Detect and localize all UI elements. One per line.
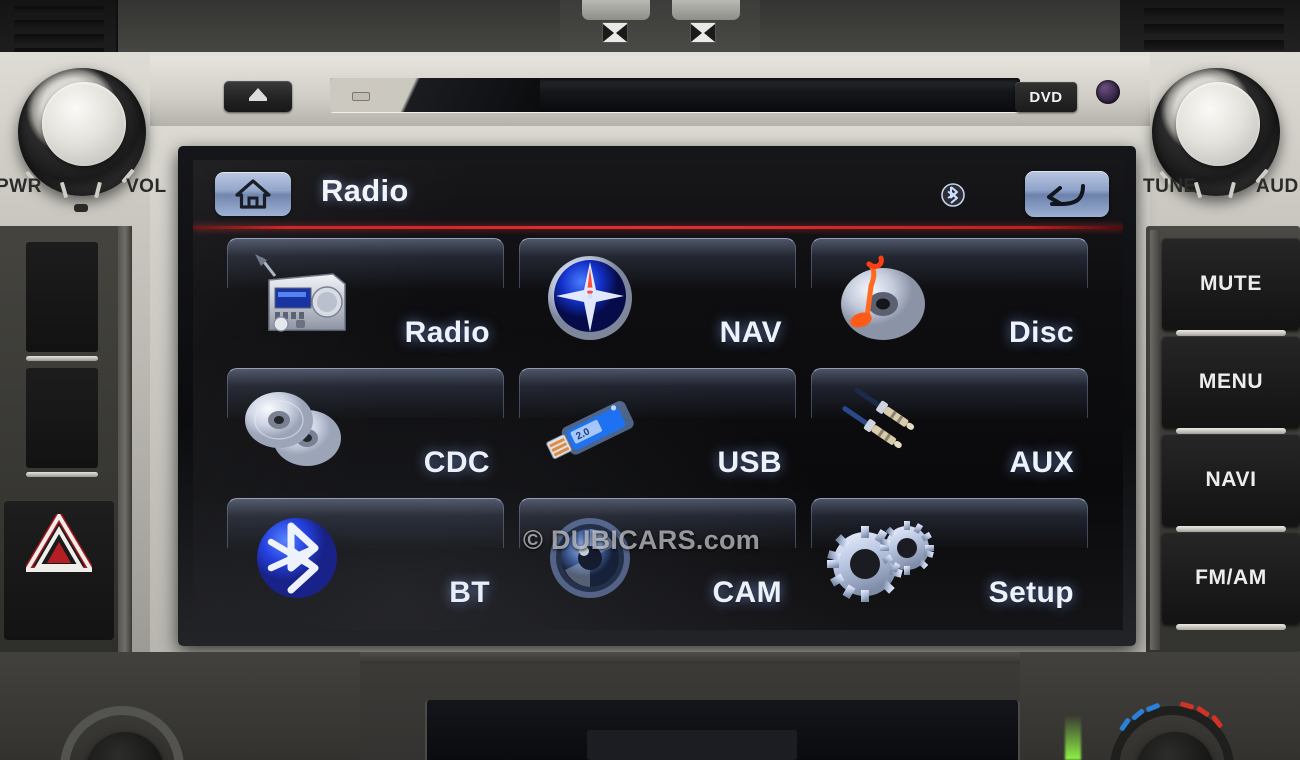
menu-tile-radio[interactable]: Radio <box>227 238 504 356</box>
climate-display <box>425 700 1020 760</box>
tile-label-cam: CAM <box>712 576 782 609</box>
vent-tab <box>672 0 740 20</box>
menu-tile-aux[interactable]: AUX <box>811 368 1088 486</box>
hazard-triangle-icon <box>26 514 92 572</box>
vol-label: VOL <box>126 176 167 197</box>
aux-jack-plugs-icon <box>842 387 915 449</box>
car-dashboard-screenshot: DVD PWR VOL TUNE AUD MUTE MENU NAVI FM/A… <box>0 0 1300 760</box>
navi-button-label: NAVI <box>1205 468 1257 491</box>
knob-indicator-dot <box>74 204 88 212</box>
fm-am-button[interactable]: FM/AM <box>1162 532 1300 624</box>
right-trim-rail <box>1150 230 1160 650</box>
lower-dash-left <box>0 652 360 760</box>
bluetooth-logo-icon <box>257 518 337 598</box>
button-ridge <box>1176 624 1286 630</box>
climate-indicator-light <box>1065 715 1081 760</box>
menu-tile-disc[interactable]: Disc <box>811 238 1088 356</box>
air-vent-icon <box>690 22 716 43</box>
two-discs-icon <box>245 392 341 466</box>
air-vent-icon <box>602 22 628 43</box>
menu-button[interactable]: MENU <box>1162 336 1300 428</box>
vent-slat <box>1144 40 1284 50</box>
pwr-label: PWR <box>0 176 42 197</box>
mute-button[interactable]: MUTE <box>1162 238 1300 330</box>
left-trim-rail <box>118 226 132 654</box>
dvd-button-label: DVD <box>1029 88 1063 106</box>
cd-music-note-icon <box>841 255 925 340</box>
menu-tile-cam[interactable]: CAM <box>519 498 796 616</box>
vent-slat <box>1144 24 1284 34</box>
left-blank-button[interactable] <box>26 242 98 352</box>
infrared-sensor-icon <box>1096 80 1120 104</box>
aud-label: AUD <box>1256 176 1299 197</box>
watermark: © DUBICARS.com <box>523 525 761 555</box>
menu-tile-nav[interactable]: NAV <box>519 238 796 356</box>
tile-label-cdc: CDC <box>423 446 490 479</box>
main-menu-grid: Radio NAV Disc CDC 2.0 USB AUX BT CAM Se… <box>193 234 1123 630</box>
fm-am-button-label: FM/AM <box>1195 566 1267 589</box>
menu-tile-usb[interactable]: 2.0 USB <box>519 368 796 486</box>
tile-label-disc: Disc <box>1009 316 1074 349</box>
menu-tile-bt[interactable]: BT <box>227 498 504 616</box>
tile-label-setup: Setup <box>988 576 1074 609</box>
mute-button-label: MUTE <box>1200 272 1262 295</box>
compass-icon <box>548 256 632 340</box>
navi-button[interactable]: NAVI <box>1162 434 1300 526</box>
left-button-ridge <box>26 472 98 477</box>
eject-button[interactable] <box>224 81 292 112</box>
screen-header: Radio <box>193 160 1123 222</box>
left-blank-button[interactable] <box>26 368 98 468</box>
eject-icon <box>248 87 268 107</box>
vent-slat <box>14 34 104 43</box>
gears-icon <box>827 521 934 602</box>
menu-tile-cdc[interactable]: CDC <box>227 368 504 486</box>
left-button-ridge <box>26 356 98 361</box>
page-title: Radio <box>321 173 409 208</box>
right-button-column: MUTE MENU NAVI FM/AM <box>1162 238 1300 638</box>
tile-label-aux: AUX <box>1009 446 1074 479</box>
tile-label-bt: BT <box>449 576 490 609</box>
vent-slat <box>14 20 104 29</box>
center-vent-housing <box>560 0 760 56</box>
radio-receiver-icon <box>255 254 346 332</box>
bluetooth-icon <box>941 183 965 207</box>
tune-label: TUNE <box>1143 176 1197 197</box>
vent-slat <box>14 6 104 15</box>
header-divider <box>193 226 1123 229</box>
tile-label-usb: USB <box>717 446 782 479</box>
usb-flash-drive-icon: 2.0 <box>546 401 634 459</box>
menu-tile-setup[interactable]: Setup <box>811 498 1088 616</box>
climate-display-inner <box>587 730 797 760</box>
tile-label-radio: Radio <box>404 316 490 349</box>
dvd-button[interactable]: DVD <box>1015 82 1077 112</box>
home-icon <box>235 179 271 209</box>
slot-marker <box>352 92 370 101</box>
vent-slat <box>1144 8 1284 18</box>
back-button[interactable] <box>1025 171 1109 217</box>
tile-label-nav: NAV <box>719 316 782 349</box>
vent-tab <box>582 0 650 20</box>
back-arrow-icon <box>1047 184 1085 206</box>
home-button[interactable] <box>215 172 291 216</box>
menu-button-label: MENU <box>1198 370 1264 393</box>
camera-lens-icon <box>550 518 630 598</box>
infotainment-screen[interactable]: Radio Radio NAV Disc CDC 2.0 USB AUX BT … <box>193 160 1123 630</box>
hazard-lights-button[interactable] <box>4 500 114 640</box>
